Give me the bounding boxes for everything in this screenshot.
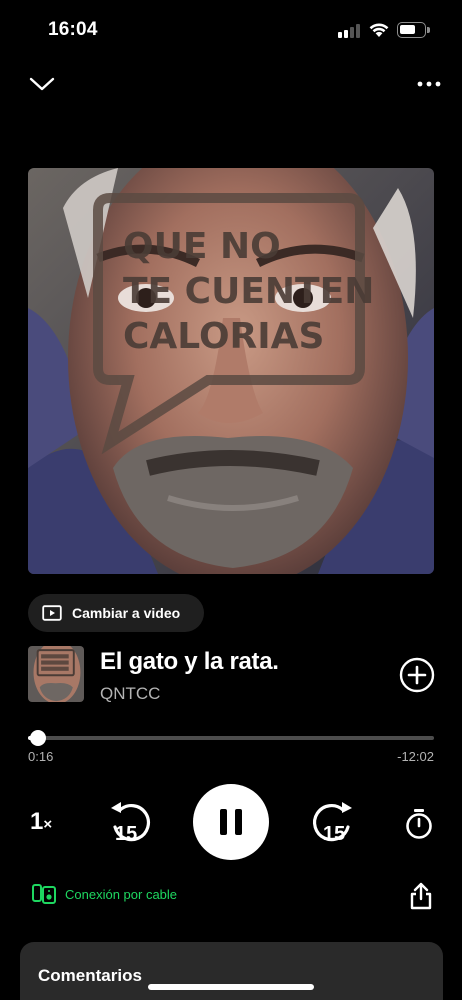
sleep-timer-icon [406,809,432,839]
skip-forward-icon: 15 [313,802,352,845]
show-name[interactable]: QNTCC [100,684,160,704]
now-playing-screen: 16:04 QUE NO TE CUENTEN CALORIAS Cambiar… [0,0,462,1000]
signal-icon [338,24,362,38]
pause-button[interactable] [193,784,269,860]
artwork-logo-line3: CALORIAS [123,316,324,357]
speed-value: 1 [30,808,44,835]
pause-icon [220,809,242,835]
share-icon [410,882,432,910]
more-options-button[interactable] [414,74,444,94]
time-remaining: -12:02 [397,749,434,764]
more-icon [417,81,441,87]
skip-back-seconds: 15 [115,823,137,845]
device-icon [32,884,56,904]
time-elapsed: 0:16 [28,749,54,764]
episode-artwork: QUE NO TE CUENTEN CALORIAS [28,168,434,574]
comments-panel[interactable]: Comentarios [20,942,443,1000]
episode-thumbnail [28,646,84,702]
skip-back-button[interactable]: 15 [107,800,155,851]
sleep-timer-button[interactable] [404,808,434,845]
home-indicator [148,984,314,990]
artwork-logo-line2: TE CUENTEN [123,271,374,312]
playback-speed-button[interactable]: 1× [30,808,52,836]
progress-knob[interactable] [30,730,47,746]
device-connection-button[interactable]: Conexión por cable [32,884,177,904]
progress-bar[interactable] [28,730,434,746]
artwork-logo-line1: QUE NO [123,226,281,267]
add-circle-icon[interactable] [399,657,435,693]
skip-back-icon: 15 [111,802,150,845]
collapse-button[interactable] [28,72,56,96]
skip-forward-seconds: 15 [323,823,345,845]
skip-forward-button[interactable]: 15 [308,800,356,851]
switch-to-video-label: Cambiar a video [72,605,181,621]
speed-suffix: × [43,816,53,833]
chevron-down-icon [29,77,55,91]
status-time: 16:04 [48,19,98,40]
switch-to-video-button[interactable]: Cambiar a video [28,594,204,632]
share-button[interactable] [409,882,433,915]
device-connection-label: Conexión por cable [65,886,178,902]
video-icon [42,605,62,621]
episode-title: El gato y la rata. [100,648,279,675]
comments-title: Comentarios [38,966,142,985]
wifi-icon [369,23,389,37]
battery-icon [397,22,430,38]
